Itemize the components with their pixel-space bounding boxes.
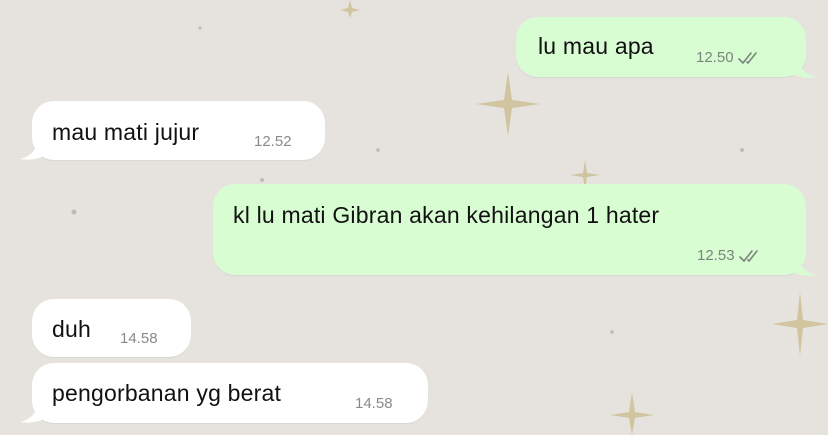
sparkle-icon	[610, 392, 654, 435]
bubble-tail	[792, 258, 816, 276]
bubble-tail	[20, 405, 44, 423]
bubble-tail	[792, 60, 816, 78]
sparkle-icon	[340, 0, 360, 18]
message-time: 12.50	[696, 49, 734, 66]
message-time: 14.58	[355, 395, 393, 412]
message-text: lu mau apa	[538, 33, 654, 59]
message-time: 14.58	[120, 330, 158, 347]
sparkle-icon	[772, 292, 828, 356]
sparkle-icon	[476, 72, 540, 136]
bubble-tail	[20, 142, 44, 160]
incoming-message[interactable]: pengorbanan yg berat 14.58	[32, 363, 428, 423]
message-meta: 12.52	[254, 133, 292, 150]
message-text: pengorbanan yg berat	[52, 380, 282, 406]
incoming-message[interactable]: mau mati jujur 12.52	[32, 101, 325, 160]
message-meta: 12.50	[696, 49, 760, 66]
double-check-icon	[737, 51, 757, 64]
message-meta: 12.53	[697, 247, 761, 264]
double-check-icon	[738, 249, 758, 262]
message-meta: 14.58	[120, 330, 158, 347]
message-text: kl lu mati Gibran akan kehilangan 1 hate…	[233, 202, 660, 228]
message-time: 12.52	[254, 133, 292, 150]
outgoing-message[interactable]: lu mau apa 12.50	[516, 17, 806, 77]
outgoing-message[interactable]: kl lu mati Gibran akan kehilangan 1 hate…	[213, 184, 806, 275]
incoming-message[interactable]: duh 14.58	[32, 299, 191, 357]
message-text: mau mati jujur	[52, 119, 200, 145]
message-meta: 14.58	[355, 395, 393, 412]
message-text: duh	[52, 316, 91, 342]
message-time: 12.53	[697, 247, 735, 264]
